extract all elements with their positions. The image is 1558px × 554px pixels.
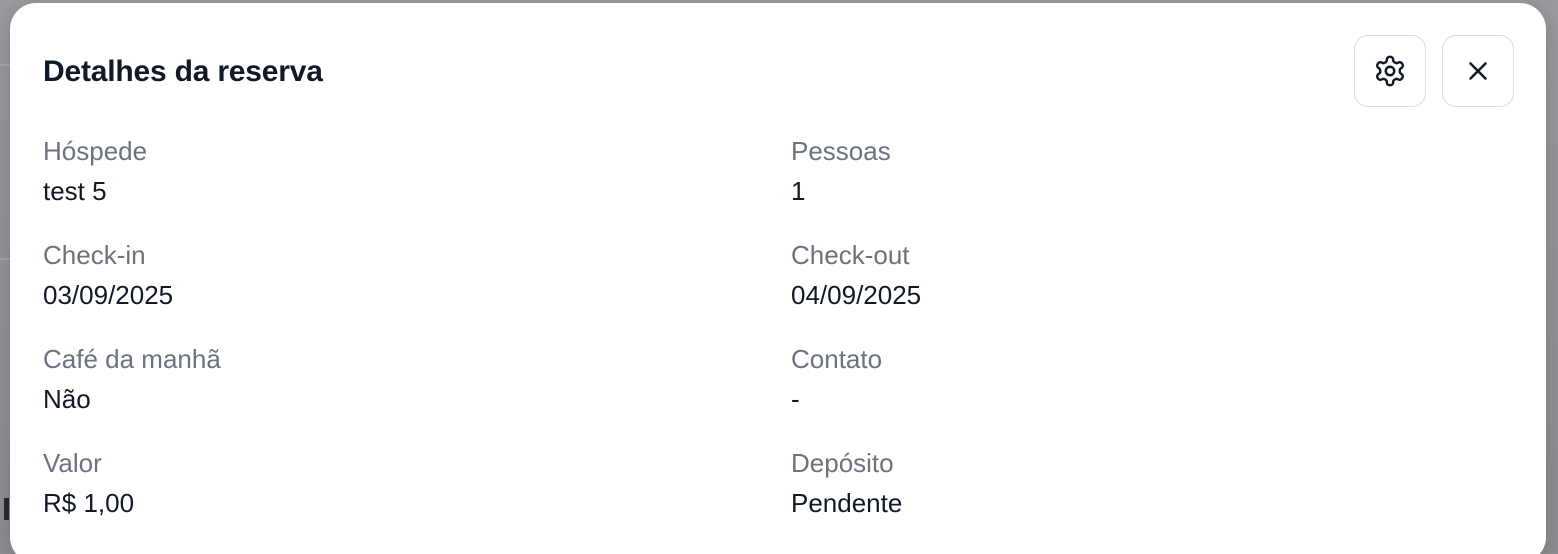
field-value: R$ 1,00 xyxy=(43,488,135,518)
field-label: Check-in xyxy=(43,240,146,270)
field-label: Contato xyxy=(791,344,883,374)
backdrop-divider xyxy=(0,258,10,260)
field-checkout: Check-out 04/09/2025 xyxy=(791,239,1391,311)
field-value: 1 xyxy=(791,176,806,206)
field-breakfast: Café da manhã Não xyxy=(43,343,643,415)
field-amount: Valor R$ 1,00 xyxy=(43,447,643,519)
close-button[interactable] xyxy=(1442,35,1514,107)
field-value: Não xyxy=(43,384,91,414)
field-value: test 5 xyxy=(43,176,107,206)
backdrop-text-fragment xyxy=(4,498,9,520)
gear-icon xyxy=(1373,54,1407,88)
modal-title: Detalhes da reserva xyxy=(43,55,323,88)
field-label: Hóspede xyxy=(43,136,148,166)
field-people: Pessoas 1 xyxy=(791,135,1391,207)
field-contact: Contato - xyxy=(791,343,1391,415)
field-value: - xyxy=(791,384,800,414)
field-value: 03/09/2025 xyxy=(43,280,174,310)
settings-button[interactable] xyxy=(1354,35,1426,107)
field-label: Check-out xyxy=(791,240,910,270)
field-label: Café da manhã xyxy=(43,344,221,374)
field-label: Pessoas xyxy=(791,136,891,166)
field-label: Depósito xyxy=(791,448,894,478)
reservation-details-modal: Detalhes da reserva Hóspede test 5 Pesso… xyxy=(10,3,1546,554)
close-icon xyxy=(1463,56,1493,86)
backdrop-divider xyxy=(0,64,10,66)
field-value: Pendente xyxy=(791,488,903,518)
field-checkin: Check-in 03/09/2025 xyxy=(43,239,643,311)
field-deposit: Depósito Pendente xyxy=(791,447,1391,519)
field-label: Valor xyxy=(43,448,102,478)
field-value: 04/09/2025 xyxy=(791,280,922,310)
field-guest: Hóspede test 5 xyxy=(43,135,643,207)
